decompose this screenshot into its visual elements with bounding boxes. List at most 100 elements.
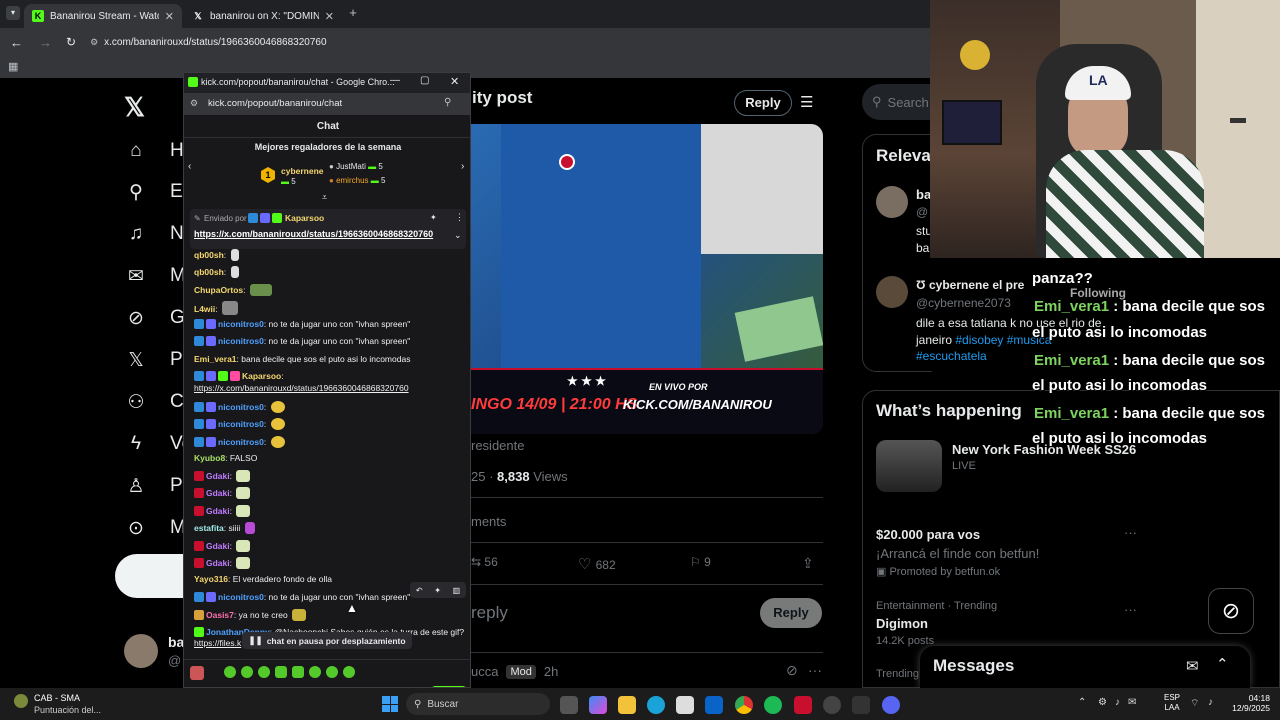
chevron-left-icon[interactable]: ‹ <box>188 161 191 172</box>
chat-username[interactable]: ChupaOrtos <box>194 285 243 295</box>
edge-icon[interactable] <box>647 696 665 714</box>
task-view-icon[interactable] <box>560 696 578 714</box>
avatar[interactable] <box>876 186 908 218</box>
new-tab-button[interactable]: + <box>346 6 360 20</box>
back-arrow-icon[interactable]: ← <box>10 35 23 50</box>
reply-count[interactable]: ⇆ 56 <box>471 555 498 569</box>
chat-username[interactable]: Kyubo8 <box>194 453 225 463</box>
minimize-icon[interactable]: — <box>390 75 400 86</box>
chat-username[interactable]: qb00sh <box>194 267 224 277</box>
collapse-arrow-icon[interactable]: ⩡ <box>322 192 327 203</box>
comments-filter[interactable]: ments <box>471 514 506 529</box>
emote-icon[interactable] <box>241 666 253 678</box>
volume-icon[interactable]: ♪ <box>1208 697 1213 708</box>
relevant-name[interactable]: ba <box>916 187 931 202</box>
promo-title[interactable]: $20.000 para vos <box>876 527 980 542</box>
x-logo-icon[interactable]: 𝕏 <box>124 92 145 123</box>
maximize-icon[interactable]: ▢ <box>420 75 429 86</box>
gifter-row[interactable]: ● JustMati ▬ 5 <box>329 162 383 171</box>
search-box[interactable]: ⚲ Search <box>862 84 932 120</box>
pin-icon[interactable]: ✦ <box>434 586 441 595</box>
chat-username[interactable]: Gdaki <box>206 488 230 498</box>
trend-thumbnail[interactable] <box>876 440 942 492</box>
weather-icon[interactable] <box>14 694 28 708</box>
chat-link[interactable]: https://x.com/bananirouxd/status/1966360… <box>194 383 409 393</box>
reply-submit-button[interactable]: Reply <box>760 598 822 628</box>
chat-username[interactable]: Gdaki <box>206 471 230 481</box>
grok-floating-button[interactable]: ⊘ <box>1208 588 1254 634</box>
lang-indicator[interactable]: ESP LAA <box>1164 693 1180 713</box>
close-icon[interactable]: ✕ <box>450 75 459 88</box>
hashtag-link[interactable]: #escuchatela <box>916 349 987 363</box>
store-icon[interactable] <box>676 696 694 714</box>
terminal-icon[interactable] <box>852 696 870 714</box>
chrome-icon[interactable] <box>735 696 753 714</box>
relevant-name[interactable]: Ʊ cybernene el pre <box>916 278 1024 292</box>
tab-x[interactable]: 𝕏 bananirou on X: "DOMINGO 14/ ✕ <box>184 4 342 28</box>
post-image[interactable]: ★ ★ ★ EN VIVO POR INGO 14/09 | 21:00 HS … <box>471 124 823 434</box>
chat-username[interactable]: qb00sh <box>194 250 224 260</box>
tray-chevron-icon[interactable]: ⌃ <box>1078 697 1086 708</box>
chat-username[interactable]: Yayo316 <box>194 574 228 584</box>
forward-arrow-icon[interactable]: → <box>39 35 52 50</box>
reload-icon[interactable]: ↻ <box>66 35 76 49</box>
more-dots-icon[interactable]: ··· <box>808 662 822 678</box>
chevron-down-icon[interactable]: ⌄ <box>454 230 462 241</box>
emote-icon[interactable] <box>292 666 304 678</box>
avatar[interactable] <box>876 276 908 308</box>
reply-input[interactable]: reply <box>471 603 508 623</box>
zoom-icon[interactable]: ⚲ <box>444 97 451 108</box>
site-info-icon[interactable]: ⚙ <box>90 37 98 48</box>
chat-username[interactable]: niconitros0 <box>218 419 264 429</box>
weather-title[interactable]: CAB - SMA <box>34 693 80 703</box>
media-app-icon[interactable] <box>794 696 812 714</box>
nav-verified[interactable]: ϟ Ve <box>124 432 192 456</box>
reply-header-button[interactable]: Reply <box>734 90 792 116</box>
comment-user[interactable]: ucca <box>471 664 498 679</box>
chat-paused-banner[interactable]: ❚❚ chat en pausa por desplazamiento <box>242 632 412 649</box>
popup-url[interactable]: kick.com/popout/bananirou/chat <box>208 98 342 109</box>
new-message-icon[interactable]: ✉ <box>1186 657 1199 675</box>
taskbar-search[interactable]: ⚲ Buscar <box>406 693 550 715</box>
tray-icons[interactable]: ⚙♪✉ <box>1098 697 1144 708</box>
apps-grid-icon[interactable]: ▦ <box>8 60 18 73</box>
filter-sliders-icon[interactable]: ☰ <box>800 93 813 111</box>
chat-username[interactable]: niconitros0 <box>218 336 264 346</box>
outlook-icon[interactable] <box>705 696 723 714</box>
more-vertical-icon[interactable]: ⋮ <box>455 212 464 223</box>
close-icon[interactable]: ✕ <box>325 10 334 23</box>
file-explorer-icon[interactable] <box>618 696 636 714</box>
emote-icon[interactable] <box>275 666 287 678</box>
chevron-right-icon[interactable]: › <box>461 161 464 172</box>
chat-username[interactable]: niconitros0 <box>218 319 264 329</box>
emote-icon[interactable] <box>326 666 338 678</box>
emote-icon[interactable] <box>258 666 270 678</box>
chat-link[interactable]: https://files.k <box>194 638 241 648</box>
chat-username[interactable]: Oasis7 <box>206 610 234 620</box>
emote-icon[interactable] <box>309 666 321 678</box>
copilot-icon[interactable] <box>589 696 607 714</box>
tab-menu-button[interactable]: ▾ <box>6 6 20 20</box>
discord-icon[interactable] <box>882 696 900 714</box>
account-avatar[interactable] <box>124 634 158 668</box>
site-info-icon[interactable]: ⚙ <box>190 98 198 109</box>
chat-username[interactable]: Gdaki <box>206 541 230 551</box>
close-icon[interactable]: ✕ <box>165 10 174 23</box>
emote-icon[interactable] <box>224 666 236 678</box>
share-icon[interactable]: ⇪ <box>802 555 814 572</box>
chat-username[interactable]: Kaparsoo <box>242 371 281 381</box>
emote-icon[interactable] <box>343 666 355 678</box>
windows-start-icon[interactable] <box>382 696 398 712</box>
user-avatar[interactable] <box>190 666 204 680</box>
chat-username[interactable]: niconitros0 <box>218 592 264 602</box>
pinned-by-user[interactable]: Kaparsoo <box>285 213 324 223</box>
expand-up-icon[interactable]: ⌃ <box>1216 655 1229 673</box>
grok-icon[interactable]: ⊘ <box>786 662 798 679</box>
chat-username[interactable]: Gdaki <box>206 506 230 516</box>
reply-icon[interactable]: ↶ <box>416 586 423 595</box>
chat-username[interactable]: Emi_vera1 <box>194 354 237 364</box>
tab-kick[interactable]: K Bananirou Stream - Watch Live ✕ <box>24 4 182 28</box>
network-icon[interactable]: ⌔ <box>1190 697 1199 710</box>
chat-username[interactable]: niconitros0 <box>218 437 264 447</box>
pinned-link[interactable]: https://x.com/bananirouxd/status/1966360… <box>194 229 433 239</box>
